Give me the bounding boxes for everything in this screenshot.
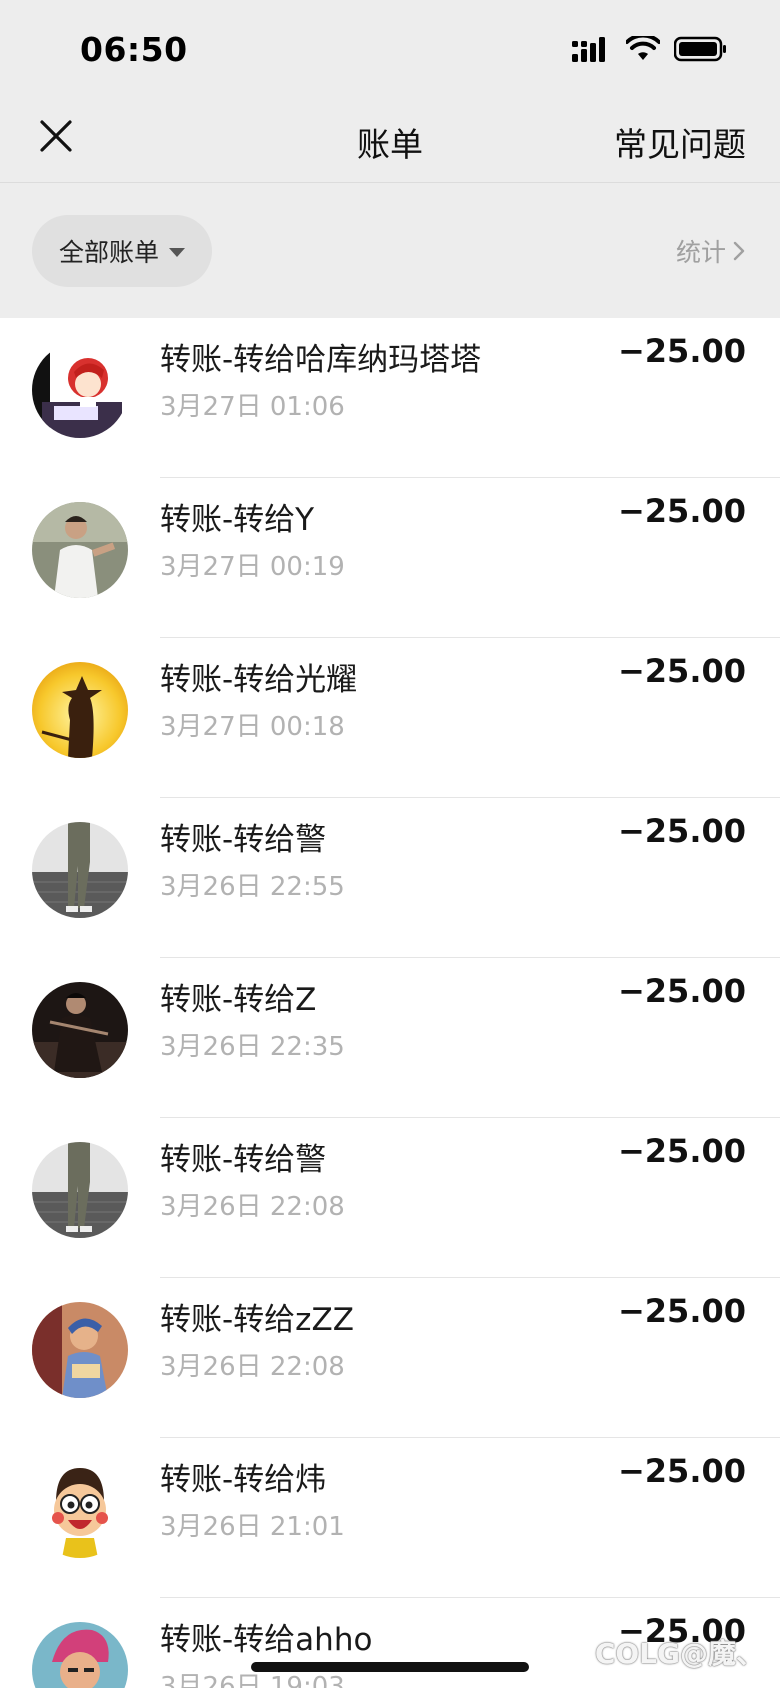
avatar — [32, 502, 128, 598]
transaction-title: 转账-转给光耀 — [160, 662, 358, 698]
signal-icon — [572, 36, 612, 66]
transaction-title: 转账-转给警 — [160, 1142, 327, 1178]
battery-icon — [673, 36, 728, 66]
caret-down-icon — [169, 247, 185, 257]
transaction-time: 3月27日 01:06 — [160, 392, 345, 422]
avatar — [32, 982, 128, 1078]
watermark-text: COLG@魔、 — [594, 1637, 764, 1670]
transaction-time: 3月26日 21:01 — [160, 1512, 345, 1542]
transaction-amount: −25.00 — [617, 652, 746, 690]
avatar — [32, 662, 128, 758]
avatar — [32, 1142, 128, 1238]
transaction-time: 3月27日 00:19 — [160, 552, 345, 582]
close-button[interactable] — [36, 116, 76, 156]
transaction-title: 转账-转给哈库纳玛塔塔 — [160, 342, 482, 378]
transaction-time: 3月26日 22:08 — [160, 1192, 345, 1222]
close-icon — [40, 120, 72, 152]
bill-page: 06:50 账单 常见问题 全部账单 统计 转账-转给哈库纳玛塔塔 3月27日 … — [0, 0, 780, 1688]
avatar — [32, 822, 128, 918]
filter-bar: 全部账单 统计 — [0, 183, 780, 318]
transaction-row[interactable]: 转账-转给炜 3月26日 21:01 −25.00 — [0, 1438, 780, 1598]
transaction-title: 转账-转给警 — [160, 822, 327, 858]
transaction-time: 3月26日 22:55 — [160, 872, 345, 902]
transaction-amount: −25.00 — [617, 812, 746, 850]
stats-label: 统计 — [675, 238, 726, 267]
wifi-icon — [625, 33, 661, 66]
transaction-amount: −25.00 — [617, 1292, 746, 1330]
transaction-amount: −25.00 — [617, 1132, 746, 1170]
stats-button[interactable]: 统计 — [676, 233, 746, 269]
bill-filter-dropdown[interactable]: 全部账单 — [32, 215, 212, 287]
home-indicator[interactable] — [251, 1662, 529, 1672]
transaction-row[interactable]: 转账-转给光耀 3月27日 00:18 −25.00 — [0, 638, 780, 798]
status-icons — [572, 33, 728, 66]
faq-button[interactable]: 常见问题 — [614, 118, 746, 166]
avatar — [32, 1302, 128, 1398]
transaction-row[interactable]: 转账-转给Y 3月27日 00:19 −25.00 — [0, 478, 780, 638]
status-time: 06:50 — [80, 30, 188, 69]
transaction-title: 转账-转给Z — [160, 982, 317, 1018]
transaction-amount: −25.00 — [617, 492, 746, 530]
transaction-time: 3月27日 00:18 — [160, 712, 345, 742]
transaction-list: 转账-转给哈库纳玛塔塔 3月27日 01:06 −25.00 转账-转给Y 3月… — [0, 318, 780, 1688]
transaction-row[interactable]: 转账-转给zZZ 3月26日 22:08 −25.00 — [0, 1278, 780, 1438]
transaction-title: 转账-转给炜 — [160, 1462, 327, 1498]
transaction-time: 3月26日 22:08 — [160, 1352, 345, 1382]
transaction-amount: −25.00 — [617, 332, 746, 370]
avatar — [32, 342, 128, 438]
avatar — [32, 1462, 128, 1558]
transaction-row[interactable]: 转账-转给哈库纳玛塔塔 3月27日 01:06 −25.00 — [0, 318, 780, 478]
chevron-right-icon — [733, 241, 745, 261]
nav-bar: 账单 常见问题 — [0, 96, 780, 183]
transaction-row[interactable]: 转账-转给Z 3月26日 22:35 −25.00 — [0, 958, 780, 1118]
transaction-row[interactable]: 转账-转给警 3月26日 22:55 −25.00 — [0, 798, 780, 958]
transaction-row[interactable]: 转账-转给警 3月26日 22:08 −25.00 — [0, 1118, 780, 1278]
status-bar: 06:50 — [0, 0, 780, 96]
transaction-title: 转账-转给ahho — [160, 1622, 373, 1658]
transaction-title: 转账-转给zZZ — [160, 1302, 354, 1338]
transaction-time: 3月26日 22:35 — [160, 1032, 345, 1062]
transaction-amount: −25.00 — [617, 1452, 746, 1490]
transaction-title: 转账-转给Y — [160, 502, 315, 538]
avatar — [32, 1622, 128, 1688]
bill-filter-label: 全部账单 — [58, 238, 159, 267]
transaction-amount: −25.00 — [617, 972, 746, 1010]
